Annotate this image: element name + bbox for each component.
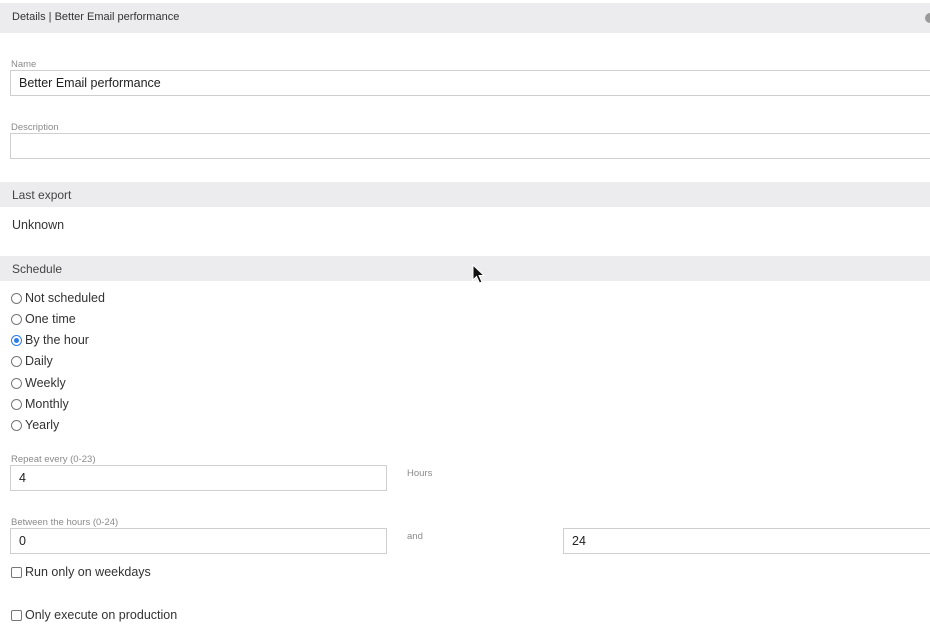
radio-not-scheduled[interactable]: Not scheduled	[11, 289, 105, 307]
name-input[interactable]: Better Email performance	[10, 70, 930, 96]
schedule-title: Schedule	[12, 262, 63, 276]
radio-yearly[interactable]: Yearly	[11, 416, 59, 434]
radio-label: Not scheduled	[25, 291, 105, 305]
between-label: Between the hours (0-24)	[11, 517, 119, 528]
repeat-label: Repeat every (0-23)	[11, 454, 96, 465]
radio-button-icon[interactable]	[11, 292, 22, 304]
between-to-input[interactable]: 24	[563, 528, 930, 554]
production-checkbox-row[interactable]: Only execute on production	[11, 606, 177, 624]
checkbox-icon[interactable]	[11, 609, 22, 621]
radio-button-icon[interactable]	[11, 313, 22, 325]
last-export-section	[0, 182, 930, 207]
name-label: Name	[11, 59, 37, 70]
radio-weekly[interactable]: Weekly	[11, 374, 66, 392]
hours-unit-label: Hours	[407, 468, 433, 479]
weekdays-checkbox-row[interactable]: Run only on weekdays	[11, 563, 151, 581]
radio-monthly[interactable]: Monthly	[11, 395, 69, 413]
weekdays-label: Run only on weekdays	[25, 565, 151, 579]
radio-button-icon[interactable]	[11, 419, 22, 431]
last-export-title: Last export	[12, 188, 72, 202]
last-export-value: Unknown	[12, 218, 65, 232]
and-label: and	[407, 531, 423, 542]
radio-button-icon[interactable]	[11, 377, 22, 389]
radio-label: Weekly	[25, 376, 66, 390]
radio-button-checked-icon[interactable]	[11, 334, 22, 346]
radio-button-icon[interactable]	[11, 398, 22, 410]
details-title: Details | Better Email performance	[12, 11, 180, 23]
description-input[interactable]	[10, 133, 930, 159]
radio-label: By the hour	[25, 333, 89, 347]
radio-button-icon[interactable]	[11, 355, 22, 367]
radio-one-time[interactable]: One time	[11, 310, 76, 328]
header-circle-icon[interactable]	[925, 13, 930, 23]
between-from-input[interactable]: 0	[10, 528, 387, 554]
radio-label: Daily	[25, 354, 53, 368]
schedule-section	[0, 256, 930, 281]
checkbox-icon[interactable]	[11, 566, 22, 578]
radio-daily[interactable]: Daily	[11, 352, 53, 370]
description-label: Description	[11, 122, 59, 133]
radio-label: One time	[25, 312, 76, 326]
production-label: Only execute on production	[25, 608, 178, 622]
radio-by-the-hour[interactable]: By the hour	[11, 331, 89, 349]
radio-label: Yearly	[25, 418, 60, 432]
radio-label: Monthly	[25, 397, 69, 411]
repeat-input[interactable]: 4	[10, 465, 387, 491]
mouse-cursor-icon	[472, 264, 486, 284]
